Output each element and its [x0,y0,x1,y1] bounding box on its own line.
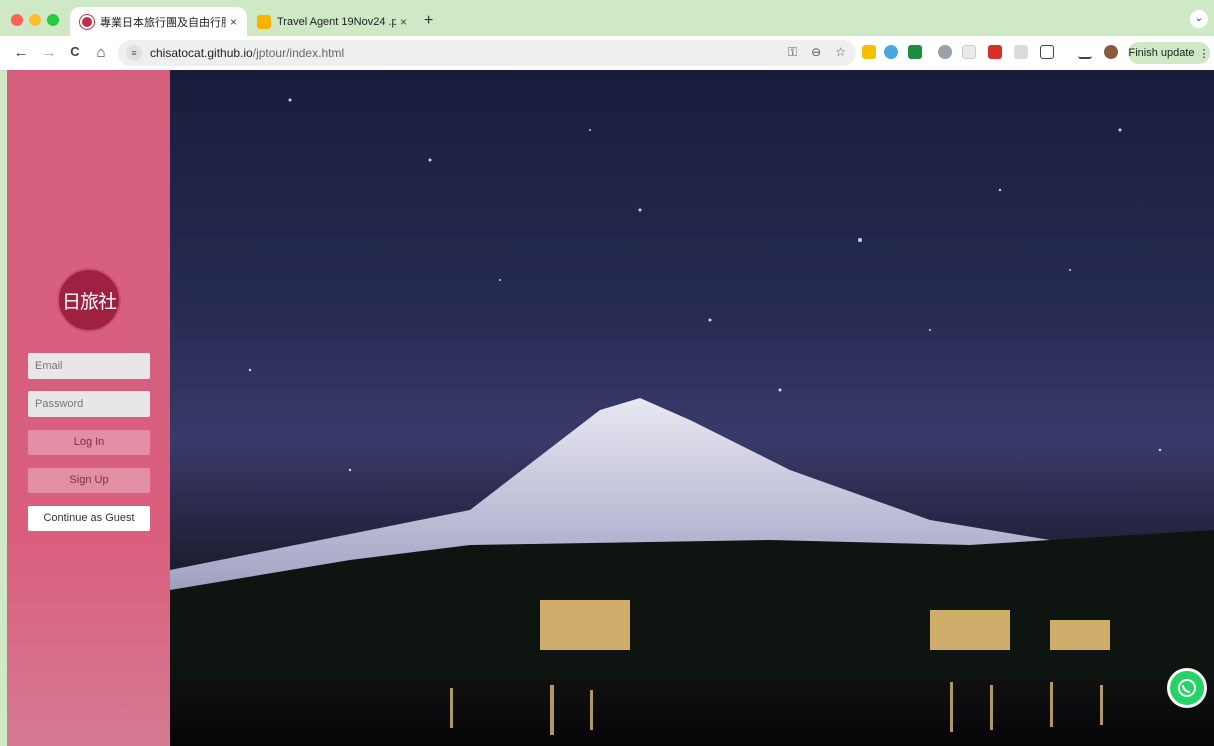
extension-icon[interactable] [1014,45,1028,59]
site-logo: 日旅社 [57,268,121,332]
page-viewport: 日旅社 Log In Sign Up Continue as Guest [7,70,1214,746]
extension-icon[interactable] [938,45,952,59]
download-icon[interactable] [1078,45,1092,59]
tab-search-button[interactable]: ⌄ [1190,10,1208,28]
login-sidebar: 日旅社 Log In Sign Up Continue as Guest [7,70,170,746]
tab-close-icon[interactable]: × [400,15,407,29]
extension-icon[interactable] [988,45,1002,59]
minimize-window-button[interactable] [29,14,41,26]
site-favicon-icon [80,14,94,29]
key-icon[interactable]: ⚿ [788,45,797,60]
hero-background-image [170,70,1214,746]
browser-toolbar: ← → C ⌂ ≡ chisatocat.github.io/jptour/in… [0,36,1214,70]
maximize-window-button[interactable] [47,14,59,26]
cloud-extension-icon[interactable] [884,45,898,59]
tab-close-icon[interactable]: × [230,15,237,29]
site-info-icon[interactable]: ≡ [126,45,142,61]
close-window-button[interactable] [11,14,23,26]
back-button[interactable]: ← [12,44,30,61]
signup-button[interactable]: Sign Up [28,468,150,493]
tab-strip: 專業日本旅行團及自由行服務 | × Travel Agent 19Nov24 .… [0,0,1214,36]
slides-favicon-icon [257,14,271,29]
address-bar[interactable]: ≡ chisatocat.github.io/jptour/index.html… [118,40,856,66]
profile-avatar[interactable] [1104,45,1118,59]
login-button[interactable]: Log In [28,430,150,455]
more-menu-icon[interactable]: ⋮ [1199,47,1210,60]
sheets-extension-icon[interactable] [908,45,922,59]
url-text[interactable]: chisatocat.github.io/jptour/index.html [150,46,344,60]
extension-icon[interactable] [862,45,876,59]
tab-jptour[interactable]: 專業日本旅行團及自由行服務 | × [70,7,247,36]
finish-update-button[interactable]: Finish update ⋮ [1128,42,1210,64]
bookmark-star-icon[interactable]: ☆ [835,45,846,60]
password-field[interactable] [28,391,150,417]
mount-fuji-night-image [170,98,1214,746]
reload-button[interactable]: C [66,44,84,59]
tab-title: Travel Agent 19Nov24 .pptx - [277,15,396,28]
zoom-icon[interactable]: ⊖ [811,45,821,60]
whatsapp-icon [1178,679,1196,697]
forward-button[interactable]: → [40,44,58,61]
extension-icon[interactable] [962,45,976,59]
home-button[interactable]: ⌂ [92,44,110,61]
logo-text: 日旅社 [61,290,117,313]
tab-slides[interactable]: Travel Agent 19Nov24 .pptx - × [247,7,417,36]
new-tab-button[interactable]: + [424,12,433,30]
whatsapp-chat-button[interactable] [1167,668,1207,708]
continue-as-guest-button[interactable]: Continue as Guest [28,506,150,531]
browser-window: 專業日本旅行團及自由行服務 | × Travel Agent 19Nov24 .… [0,0,1214,746]
extensions-puzzle-icon[interactable] [1040,45,1054,59]
tab-title: 專業日本旅行團及自由行服務 | [100,16,226,29]
email-field[interactable] [28,353,150,379]
